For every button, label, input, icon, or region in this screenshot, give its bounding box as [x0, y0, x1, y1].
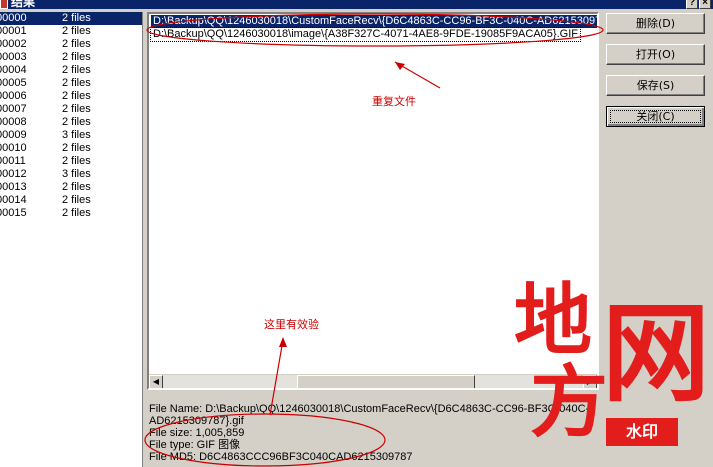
group-count: 2 files: [62, 25, 91, 37]
group-row[interactable]: 00005 2 files: [0, 77, 142, 90]
group-row[interactable]: 00002 2 files: [0, 38, 142, 51]
group-count: 2 files: [62, 51, 91, 63]
close-button[interactable]: 关闭(C): [606, 106, 705, 127]
group-row[interactable]: 00011 2 files: [0, 155, 142, 168]
focus-ring: [610, 110, 701, 123]
group-row[interactable]: 00010 2 files: [0, 142, 142, 155]
group-count: 2 files: [62, 103, 91, 115]
file-row[interactable]: D:\Backup\QQ\1246030018\image\{A38F327C-…: [150, 27, 581, 42]
group-name: 00002: [0, 38, 27, 50]
title-bar: 结果 ? ×: [0, 0, 713, 9]
group-count: 2 files: [62, 90, 91, 102]
info-file-md5: File MD5: D6C4863CCC96BF3C040CAD62153097…: [149, 451, 413, 463]
valid-label: 这里有效验: [264, 318, 319, 331]
group-name: 00007: [0, 103, 27, 115]
group-count: 3 files: [62, 129, 91, 141]
group-name: 00003: [0, 51, 27, 63]
group-name: 00006: [0, 90, 27, 102]
group-row[interactable]: 00015 2 files: [0, 207, 142, 220]
scrollbar-thumb[interactable]: [297, 375, 475, 388]
group-name: 00005: [0, 77, 27, 89]
group-name: 00014: [0, 194, 27, 206]
group-count: 2 files: [62, 116, 91, 128]
watermark-char: 方: [530, 357, 609, 448]
group-row[interactable]: 00007 2 files: [0, 103, 142, 116]
group-count: 3 files: [62, 168, 91, 180]
group-list[interactable]: 000002 files000012 files000022 files0000…: [0, 12, 143, 467]
file-row[interactable]: D:\Backup\QQ\1246030018\CustomFaceRecv\{…: [151, 15, 597, 28]
group-count: 2 files: [62, 155, 91, 167]
group-name: 00011: [0, 155, 26, 167]
group-row[interactable]: 00000 2 files: [0, 12, 142, 25]
group-row[interactable]: 00014 2 files: [0, 194, 142, 207]
group-row[interactable]: 00001 2 files: [0, 25, 142, 38]
group-name: 00004: [0, 64, 27, 76]
group-name: 00000: [0, 12, 27, 24]
group-count: 2 files: [62, 64, 91, 76]
group-name: 00013: [0, 181, 27, 193]
group-name: 00008: [0, 116, 27, 128]
duplicate-label: 重复文件: [372, 95, 416, 108]
group-row[interactable]: 00008 2 files: [0, 116, 142, 129]
group-row[interactable]: 00006 2 files: [0, 90, 142, 103]
group-count: 2 files: [62, 181, 91, 193]
save-button[interactable]: 保存(S): [606, 75, 705, 96]
group-count: 2 files: [62, 194, 91, 206]
group-name: 00010: [0, 142, 27, 154]
group-row[interactable]: 00009 3 files: [0, 129, 142, 142]
window-close-button[interactable]: ×: [699, 0, 711, 9]
group-name: 00001: [0, 25, 27, 37]
open-button[interactable]: 打开(O): [606, 44, 705, 65]
group-name: 00012: [0, 168, 27, 180]
group-count: 2 files: [62, 12, 91, 24]
group-row[interactable]: 00003 2 files: [0, 51, 142, 64]
watermark-char: 地: [514, 275, 593, 366]
group-name: 00009: [0, 129, 27, 141]
group-row[interactable]: 00012 3 files: [0, 168, 142, 181]
scroll-left-icon[interactable]: ◀: [149, 375, 163, 388]
group-row[interactable]: 00013 2 files: [0, 181, 142, 194]
group-name: 00015: [0, 207, 27, 219]
window-title: 结果: [11, 0, 36, 9]
group-count: 2 files: [62, 207, 91, 219]
group-count: 2 files: [62, 77, 91, 89]
group-count: 2 files: [62, 142, 91, 154]
app-icon: [0, 0, 8, 9]
group-row[interactable]: 00004 2 files: [0, 64, 142, 77]
delete-button[interactable]: 删除(D): [606, 13, 705, 34]
watermark-char: 网: [602, 291, 711, 417]
group-count: 2 files: [62, 38, 91, 50]
help-button[interactable]: ?: [686, 0, 698, 9]
watermark-badge: 水印: [606, 418, 678, 446]
